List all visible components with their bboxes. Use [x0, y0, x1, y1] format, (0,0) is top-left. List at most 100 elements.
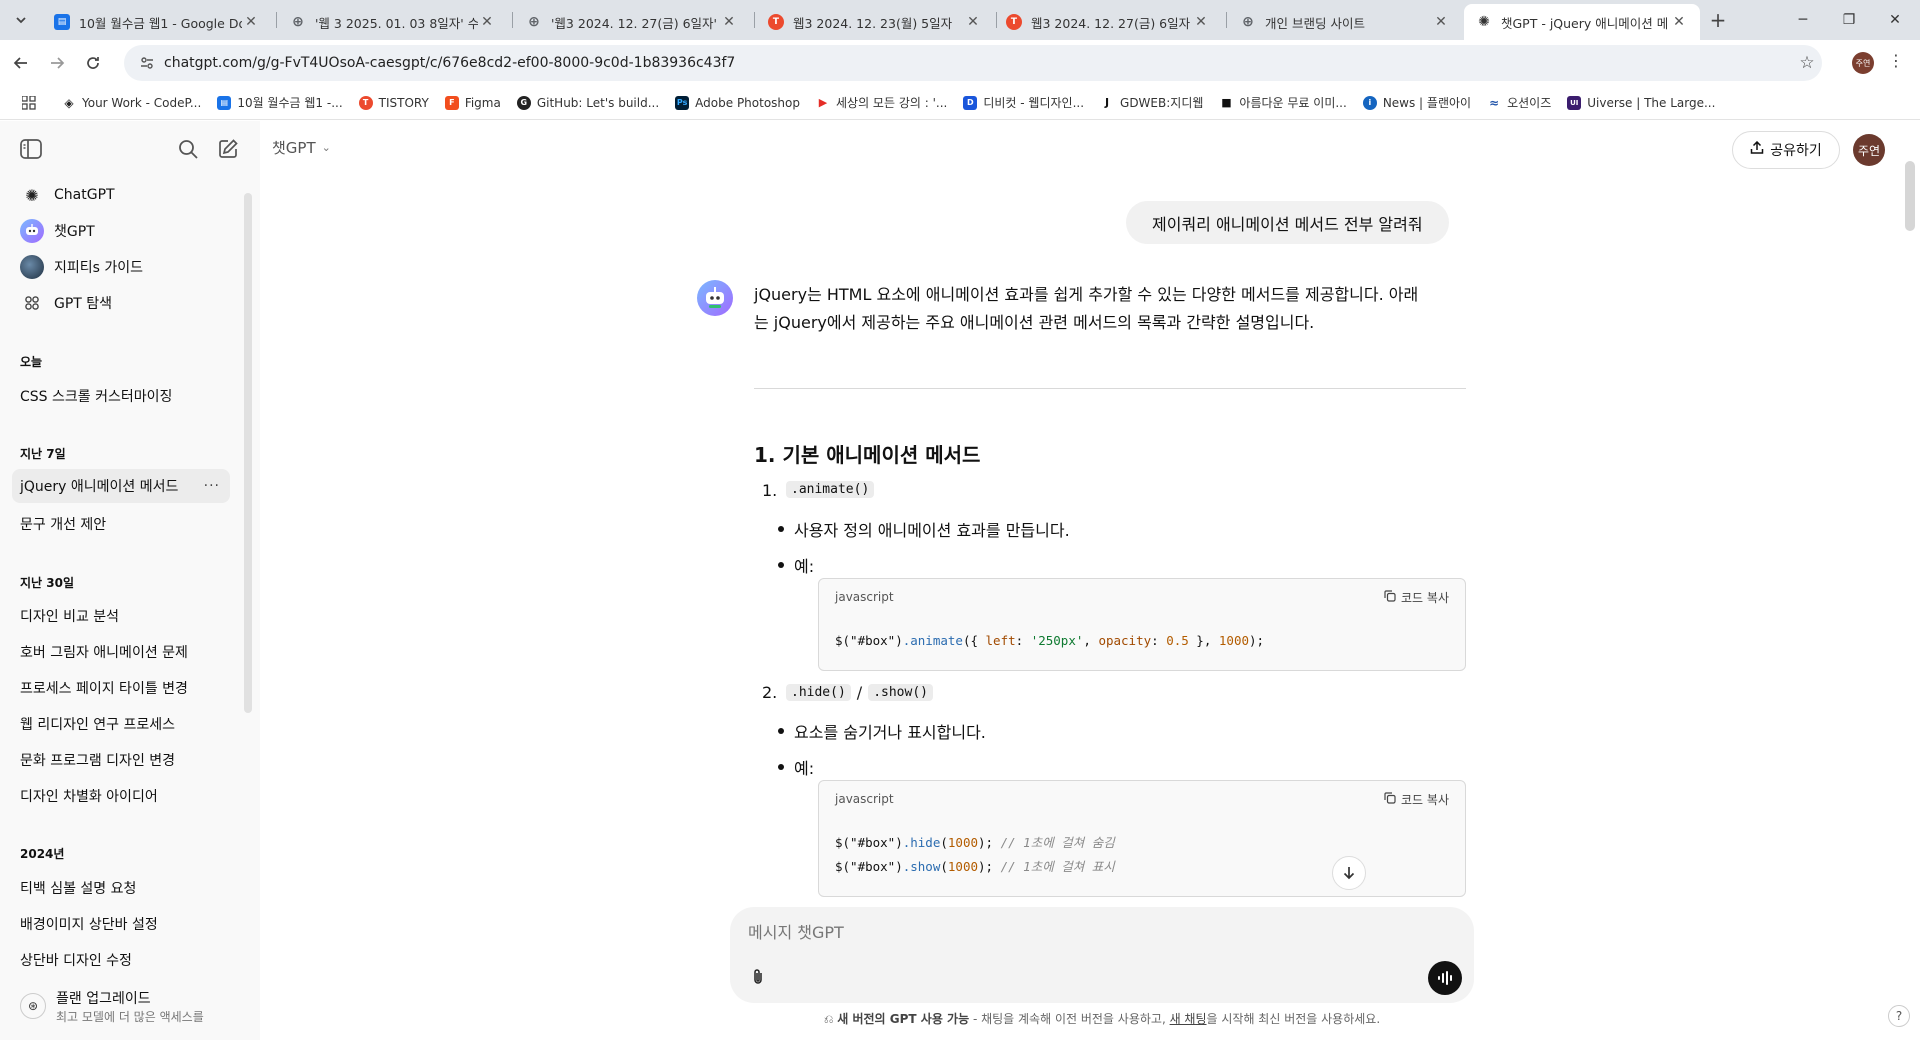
restore-button[interactable]: ❐: [1826, 0, 1872, 40]
close-icon[interactable]: ✕: [1192, 14, 1210, 30]
version-notice: ⎌ 새 버전의 GPT 사용 가능 - 채팅을 계속해 이전 버전을 사용하고,…: [792, 1010, 1412, 1027]
bookmark-item[interactable]: ■ 아름다운 무료 이미...: [1219, 94, 1347, 111]
apps-grid-icon[interactable]: [12, 95, 46, 110]
close-icon[interactable]: ✕: [720, 14, 738, 30]
search-icon[interactable]: [173, 134, 203, 164]
browser-tab[interactable]: ⊕ '웹3 2024. 12. 27(금) 6일자' 수 ✕: [514, 4, 750, 40]
code-token: ({: [962, 633, 986, 648]
user-message-bubble: 제이쿼리 애니메이션 메서드 전부 알려줘: [1126, 201, 1449, 244]
bookmark-item[interactable]: ▶ 세상의 모든 강의 : '...: [816, 94, 948, 111]
forward-button[interactable]: [44, 50, 70, 76]
code-block-header: javascript 코드 복사: [819, 781, 1465, 817]
upgrade-plan-button[interactable]: ⊛ 플랜 업그레이드 최고 모델에 더 많은 액세스를: [12, 981, 244, 1031]
history-item[interactable]: 디자인 비교 분석: [20, 606, 119, 626]
close-icon[interactable]: ✕: [964, 14, 982, 30]
history-item[interactable]: 문구 개선 제안: [20, 514, 106, 534]
docs-icon: ▤: [217, 95, 232, 110]
sidebar-gpt-guide[interactable]: 지피티s 가이드: [12, 250, 230, 284]
sidebar-scrollbar[interactable]: [244, 193, 252, 713]
bookmark-item[interactable]: ≈ 오션이즈: [1487, 94, 1551, 111]
browser-tab-active[interactable]: ✺ 챗GPT - jQuery 애니메이션 메 ✕: [1464, 4, 1700, 40]
code-token: left: [985, 633, 1016, 648]
browser-tab[interactable]: T 웹3 2024. 12. 27(금) 6일자 ✕: [994, 4, 1222, 40]
bookmark-item[interactable]: G GitHub: Let's build...: [516, 95, 659, 110]
bookmark-label: 10월 월수금 웹1 -...: [237, 96, 343, 110]
voice-mode-button[interactable]: [1428, 961, 1462, 995]
close-icon[interactable]: ✕: [242, 14, 260, 30]
share-button[interactable]: 공유하기: [1732, 131, 1840, 169]
arrow-down-icon: [1343, 867, 1355, 880]
bookmark-star-icon[interactable]: ☆: [1792, 53, 1822, 73]
history-item[interactable]: 호버 그림자 애니메이션 문제: [20, 642, 188, 662]
message-input[interactable]: [748, 917, 1348, 947]
history-item[interactable]: 디자인 차별화 아이디어: [20, 786, 158, 806]
new-chat-link[interactable]: 새 채팅: [1170, 1012, 1207, 1026]
address-bar[interactable]: chatgpt.com/g/g-FvT4UOsoA-caesgpt/c/676e…: [124, 45, 1822, 81]
guide-avatar-icon: [20, 255, 44, 279]
history-item[interactable]: 상단바 디자인 수정: [20, 950, 132, 970]
close-window-button[interactable]: ✕: [1872, 0, 1918, 40]
new-chat-icon[interactable]: [213, 134, 243, 164]
history-heading: 2024년: [20, 847, 65, 861]
scroll-to-bottom-button[interactable]: [1332, 856, 1366, 890]
main-scrollbar[interactable]: [1905, 161, 1915, 231]
history-item[interactable]: 문화 프로그램 디자인 변경: [20, 750, 175, 770]
sidebar-toggle-icon[interactable]: [16, 134, 46, 164]
browser-tab[interactable]: ⊕ '웹 3 2025. 01. 03 8일자' 수정 ✕: [278, 4, 508, 40]
bookmark-item[interactable]: Ps Adobe Photoshop: [675, 95, 800, 110]
assistant-intro: jQuery는 HTML 요소에 애니메이션 효과를 쉽게 추가할 수 있는 다…: [754, 281, 1466, 337]
gpt-avatar: [697, 280, 733, 316]
browser-tab[interactable]: ⊕ 개인 브랜딩 사이트 ✕: [1228, 4, 1462, 40]
bookmark-item[interactable]: ▤ 10월 월수금 웹1 -...: [217, 94, 343, 111]
history-item[interactable]: 티백 심볼 설명 요청: [20, 878, 136, 898]
notice-text: - 채팅을 계속해 이전 버전을 사용하고,: [969, 1012, 1170, 1026]
code-token: '250px': [1030, 633, 1084, 648]
tab-title: 웹3 2024. 12. 27(금) 6일자: [1031, 15, 1191, 31]
copy-code-button[interactable]: 코드 복사: [1384, 589, 1449, 606]
tab-search-chevron-icon[interactable]: [9, 9, 33, 31]
copy-code-button[interactable]: 코드 복사: [1384, 791, 1449, 808]
gdweb-icon: J: [1104, 96, 1110, 109]
code-token: 1000: [947, 835, 979, 850]
sidebar-gpt-chat-gpt-kr[interactable]: 챗GPT: [12, 214, 230, 248]
list-bullet: 예:: [777, 755, 814, 779]
new-tab-button[interactable]: +: [1706, 9, 1730, 31]
history-item[interactable]: 프로세스 페이지 타이틀 변경: [20, 678, 188, 698]
user-avatar[interactable]: 주연: [1853, 134, 1885, 166]
model-selector[interactable]: 챗GPT ⌄: [272, 137, 331, 158]
history-item[interactable]: CSS 스크롤 커스터마이징: [20, 386, 172, 406]
code-content: $("#box").animate({ left: '250px', opaci…: [835, 633, 1265, 648]
close-icon[interactable]: ✕: [1670, 14, 1688, 30]
history-item-selected[interactable]: jQuery 애니메이션 메서드 ···: [12, 469, 230, 503]
history-item[interactable]: 배경이미지 상단바 설정: [20, 914, 158, 934]
history-item-label: jQuery 애니메이션 메서드: [20, 479, 179, 495]
browser-tab[interactable]: ▤ 10월 월수금 웹1 - Google Doc ✕: [42, 4, 272, 40]
bookmark-item[interactable]: J GDWEB:지디웹: [1100, 94, 1203, 111]
browser-profile-avatar[interactable]: 주연: [1852, 52, 1874, 74]
close-icon[interactable]: ✕: [1432, 14, 1450, 30]
help-button[interactable]: ?: [1888, 1005, 1910, 1027]
bookmark-item[interactable]: UI Uiverse | The Large...: [1567, 95, 1715, 110]
sidebar-gpt-chatgpt[interactable]: ✺ ChatGPT: [12, 178, 230, 212]
history-item[interactable]: 웹 리디자인 연구 프로세스: [20, 714, 175, 734]
bookmark-item[interactable]: T TISTORY: [358, 95, 429, 110]
reload-button[interactable]: [80, 50, 106, 76]
browser-tab[interactable]: T 웹3 2024. 12. 23(월) 5일자 ✕: [756, 4, 994, 40]
sidebar-item-label: 지피티s 가이드: [54, 260, 144, 276]
tab-title: '웹 3 2025. 01. 03 8일자' 수정: [315, 15, 478, 31]
bookmark-item[interactable]: i News | 플랜아이: [1362, 94, 1471, 111]
minimize-button[interactable]: ─: [1780, 0, 1826, 40]
back-button[interactable]: [8, 50, 34, 76]
bookmark-item[interactable]: D 디비컷 - 웹디자인...: [963, 94, 1084, 111]
info-icon: i: [1362, 95, 1377, 110]
attach-button[interactable]: [744, 963, 772, 991]
bookmark-item[interactable]: ◈ Your Work - CodeP...: [62, 96, 201, 110]
bookmark-item[interactable]: F Figma: [444, 95, 501, 110]
close-icon[interactable]: ✕: [478, 14, 496, 30]
bookmarks-bar: ◈ Your Work - CodeP... ▤ 10월 월수금 웹1 -... T…: [0, 86, 1920, 120]
sidebar-explore-gpts[interactable]: GPT 탐색: [12, 286, 230, 320]
browser-menu-icon[interactable]: ⋮: [1886, 51, 1906, 75]
answer-text-line: 는 jQuery에서 제공하는 주요 애니메이션 관련 메서드의 목록과 간략한…: [754, 313, 1315, 332]
site-info-icon[interactable]: [130, 55, 164, 71]
more-options-icon[interactable]: ···: [204, 478, 220, 494]
